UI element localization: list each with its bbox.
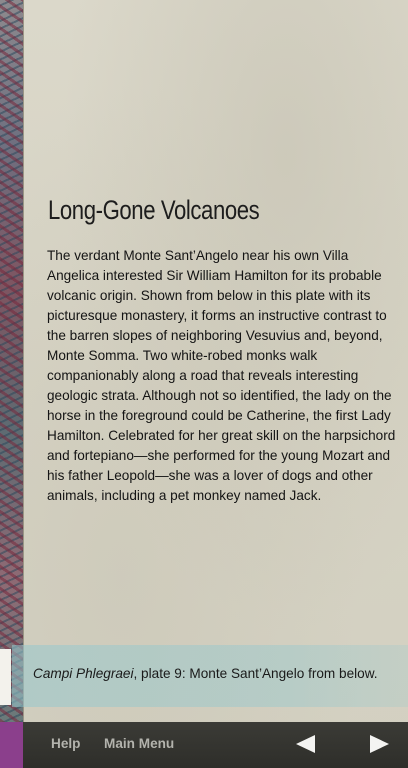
article-body: The verdant Monte Sant’Angelo near his o… [47,248,396,503]
caption-text: , plate 9: Monte Sant’Angelo from below. [133,666,378,681]
help-button[interactable]: Help [51,736,80,751]
image-caption: Campi Phlegraei, plate 9: Monte Sant’Ang… [33,666,403,681]
toolbar-accent [0,722,23,768]
caption-tab [0,649,11,705]
article-title: Long-Gone Volcanoes [48,195,260,225]
caption-work-title: Campi Phlegraei [33,666,134,681]
left-arrow-icon[interactable] [294,733,316,755]
marbled-paper-edge [0,0,24,722]
main-menu-button[interactable]: Main Menu [104,736,174,751]
right-arrow-icon[interactable] [369,733,391,755]
